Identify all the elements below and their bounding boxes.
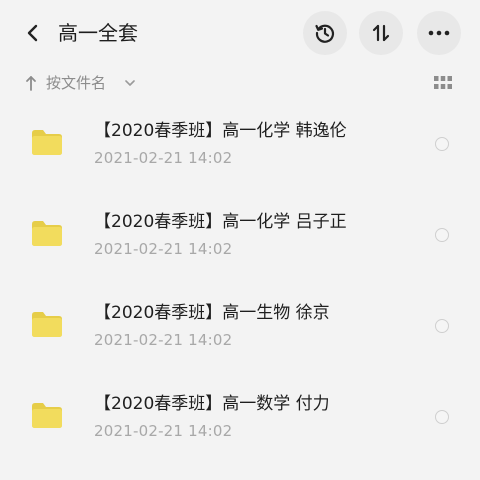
select-radio[interactable] bbox=[435, 319, 449, 333]
more-button[interactable] bbox=[417, 11, 461, 55]
back-button[interactable] bbox=[18, 18, 48, 48]
more-icon bbox=[428, 30, 450, 36]
select-radio[interactable] bbox=[435, 228, 449, 242]
file-date: 2021-02-21 14:02 bbox=[94, 149, 233, 167]
list-item[interactable]: 【2020春季班】高一化学 吕子正 2021-02-21 14:02 bbox=[0, 199, 480, 290]
list-item[interactable]: 【2020春季班】高一数学 付力 2021-02-21 14:02 bbox=[0, 381, 480, 472]
file-name: 【2020春季班】高一化学 吕子正 bbox=[94, 212, 347, 232]
history-icon bbox=[315, 24, 335, 43]
file-date: 2021-02-21 14:02 bbox=[94, 422, 233, 440]
sort-bar: 按文件名 bbox=[0, 66, 480, 102]
chevron-down-icon[interactable] bbox=[124, 78, 136, 88]
folder-icon bbox=[32, 312, 62, 337]
file-name: 【2020春季班】高一数学 付力 bbox=[94, 394, 330, 414]
grid-view-icon[interactable] bbox=[434, 76, 452, 90]
select-radio[interactable] bbox=[435, 137, 449, 151]
chevron-left-icon bbox=[27, 24, 38, 42]
folder-icon bbox=[32, 130, 62, 155]
file-name: 【2020春季班】高一生物 徐京 bbox=[94, 303, 330, 323]
file-date: 2021-02-21 14:02 bbox=[94, 240, 233, 258]
top-bar: 高一全套 bbox=[0, 0, 480, 66]
file-name: 【2020春季班】高一化学 韩逸伦 bbox=[94, 121, 347, 141]
history-button[interactable] bbox=[303, 11, 347, 55]
list-item[interactable]: 【2020春季班】高一化学 韩逸伦 2021-02-21 14:02 bbox=[0, 108, 480, 199]
sort-arrows-icon bbox=[372, 24, 390, 42]
folder-icon bbox=[32, 221, 62, 246]
select-radio[interactable] bbox=[435, 410, 449, 424]
list-item[interactable]: 【2020春季班】高一生物 徐京 2021-02-21 14:02 bbox=[0, 290, 480, 381]
page-title: 高一全套 bbox=[58, 21, 138, 45]
file-date: 2021-02-21 14:02 bbox=[94, 331, 233, 349]
folder-icon bbox=[32, 403, 62, 428]
arrow-up-icon[interactable] bbox=[24, 74, 38, 92]
sort-button[interactable] bbox=[359, 11, 403, 55]
file-list: 【2020春季班】高一化学 韩逸伦 2021-02-21 14:02 【2020… bbox=[0, 108, 480, 472]
sort-by-label[interactable]: 按文件名 bbox=[46, 73, 106, 93]
